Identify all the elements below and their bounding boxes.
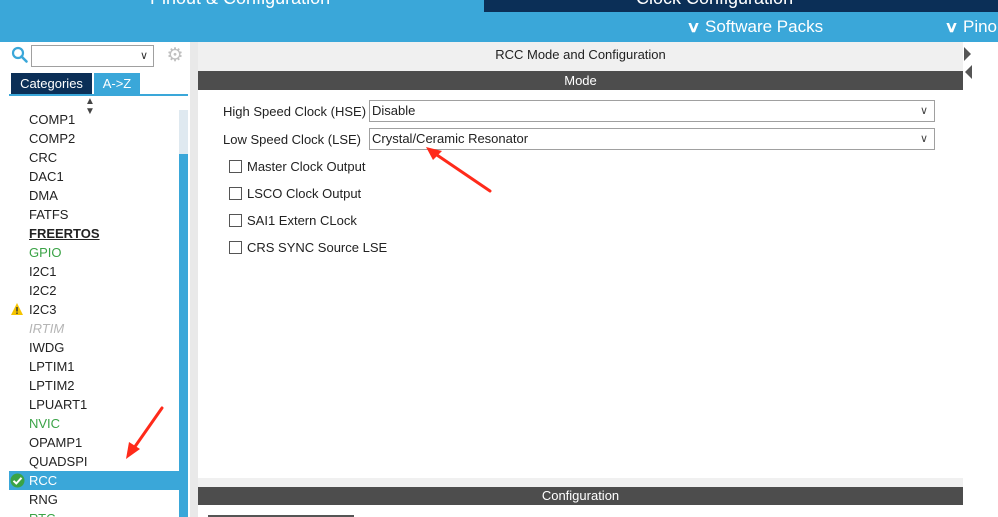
lsco-clock-output-checkbox[interactable]: LSCO Clock Output xyxy=(229,186,361,201)
list-item-label: QUADSPI xyxy=(29,454,88,469)
tab-a-to-z[interactable]: A->Z xyxy=(94,73,140,94)
lse-label: Low Speed Clock (LSE) xyxy=(223,132,362,147)
list-item-label: FATFS xyxy=(29,207,69,222)
list-item-label: LPUART1 xyxy=(29,397,88,412)
tab-strip-filler xyxy=(140,73,188,94)
list-item-label: I2C1 xyxy=(29,264,57,279)
panel-splitter[interactable] xyxy=(190,42,198,517)
list-item-label: DAC1 xyxy=(29,169,64,184)
list-item-label: IRTIM xyxy=(29,321,65,336)
list-item[interactable]: I2C1 xyxy=(9,262,179,281)
list-item[interactable]: I2C2 xyxy=(9,281,179,300)
lse-value: Crystal/Ceramic Resonator xyxy=(372,131,529,146)
search-icon[interactable] xyxy=(11,46,29,64)
hse-label: High Speed Clock (HSE) xyxy=(223,104,367,119)
list-item: IRTIM xyxy=(9,319,179,338)
mode-section-header: Mode xyxy=(198,71,963,90)
hse-select[interactable]: Disable ∨ xyxy=(369,100,935,122)
list-item-label: GPIO xyxy=(29,245,62,260)
list-item-label: RCC xyxy=(29,473,58,488)
annotation-arrow-icon xyxy=(126,406,164,459)
warning-icon xyxy=(11,303,23,315)
search-input[interactable]: ∨ xyxy=(31,45,154,67)
checkbox-box[interactable] xyxy=(229,214,242,227)
checkbox-label: SAI1 Extern CLock xyxy=(247,213,357,228)
tab-pinout-configuration[interactable]: Pinout & Configuration xyxy=(0,0,482,12)
tab-clock-configuration[interactable]: Clock Configuration xyxy=(484,0,998,12)
list-item[interactable]: FATFS xyxy=(9,205,179,224)
crs-sync-source-lse-checkbox[interactable]: CRS SYNC Source LSE xyxy=(229,240,387,255)
collapse-panel-icon[interactable] xyxy=(963,45,973,85)
hse-value: Disable xyxy=(372,103,416,118)
list-item-label: IWDG xyxy=(29,340,65,355)
configuration-section-header: Configuration xyxy=(198,487,963,505)
pinout-menu-label: Pino xyxy=(962,17,998,36)
chevron-down-icon: ∨ xyxy=(919,133,928,145)
list-item[interactable]: COMP1 xyxy=(9,110,179,129)
sub-menu-bar: ∨ Software Packs ∨ Pino xyxy=(0,12,998,42)
list-item-label: RTC xyxy=(29,511,55,517)
list-item[interactable]: FREERTOS xyxy=(9,224,179,243)
checkbox-box[interactable] xyxy=(229,187,242,200)
page-title: RCC Mode and Configuration xyxy=(495,47,666,62)
list-item-label: CRC xyxy=(29,150,58,165)
list-item[interactable]: LPTIM2 xyxy=(9,376,179,395)
checkbox-label: LSCO Clock Output xyxy=(247,186,362,201)
chevron-down-icon: ∨ xyxy=(919,105,928,117)
check-circle-icon xyxy=(10,473,25,488)
pinout-menu[interactable]: ∨ Pino xyxy=(944,17,998,37)
annotation-arrow-icon xyxy=(426,147,492,193)
software-packs-menu[interactable]: ∨ Software Packs xyxy=(686,17,824,37)
tab-pinout-label: Pinout & Configuration xyxy=(150,0,330,9)
right-gutter xyxy=(963,42,998,517)
checkbox-label: Master Clock Output xyxy=(247,159,366,174)
list-item-label: COMP2 xyxy=(29,131,76,146)
list-item[interactable]: I2C3 xyxy=(9,300,179,319)
list-item[interactable]: RTC xyxy=(9,509,179,517)
list-item[interactable]: RCC xyxy=(9,471,179,490)
tab-underline xyxy=(9,94,188,96)
list-item-label: OPAMP1 xyxy=(29,435,83,450)
list-item-label: LPTIM1 xyxy=(29,359,75,374)
list-item[interactable]: IWDG xyxy=(9,338,179,357)
checkbox-box[interactable] xyxy=(229,241,242,254)
tab-categories[interactable]: Categories xyxy=(11,73,92,94)
list-item-label: COMP1 xyxy=(29,112,76,127)
list-item-label: LPTIM2 xyxy=(29,378,75,393)
list-item[interactable]: CRC xyxy=(9,148,179,167)
software-packs-label: Software Packs xyxy=(704,17,824,36)
list-item-label: I2C2 xyxy=(29,283,57,298)
checkbox-label: CRS SYNC Source LSE xyxy=(247,240,388,255)
list-item[interactable]: LPTIM1 xyxy=(9,357,179,376)
list-scrollbar-thumb[interactable] xyxy=(179,154,188,517)
chevron-down-icon[interactable]: ∨ xyxy=(140,49,148,62)
list-item-label: I2C3 xyxy=(29,302,57,317)
tab-clock-label: Clock Configuration xyxy=(636,0,793,9)
checkbox-box[interactable] xyxy=(229,160,242,173)
list-item-label: FREERTOS xyxy=(29,226,100,241)
list-item-label: DMA xyxy=(29,188,58,203)
master-clock-output-checkbox[interactable]: Master Clock Output xyxy=(229,159,366,174)
chevron-down-icon: ∨ xyxy=(686,19,701,36)
list-item[interactable]: COMP2 xyxy=(9,129,179,148)
list-item[interactable]: GPIO xyxy=(9,243,179,262)
sai1-extern-clock-checkbox[interactable]: SAI1 Extern CLock xyxy=(229,213,357,228)
list-item[interactable]: DMA xyxy=(9,186,179,205)
list-item[interactable]: RNG xyxy=(9,490,179,509)
list-item-label: RNG xyxy=(29,492,58,507)
list-item[interactable]: DAC1 xyxy=(9,167,179,186)
gear-icon[interactable]: ⚙ xyxy=(165,46,185,66)
list-item-label: NVIC xyxy=(29,416,61,431)
chevron-down-icon: ∨ xyxy=(944,19,959,36)
